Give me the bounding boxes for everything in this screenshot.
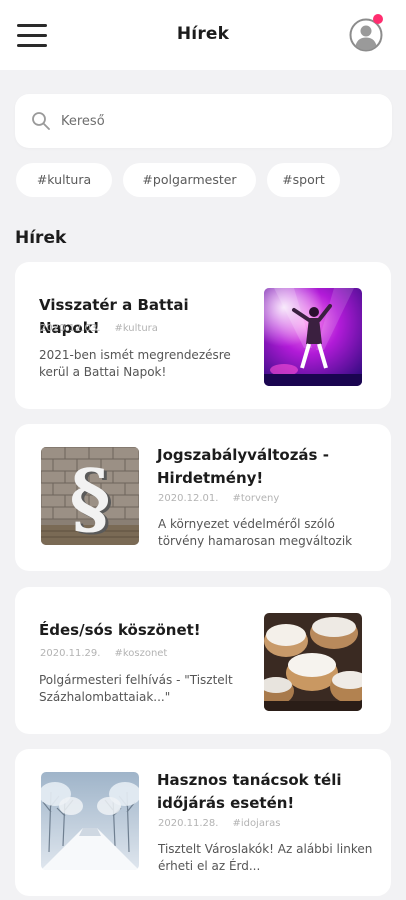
notification-dot — [373, 14, 383, 24]
news-title: Édes/sós köszönet! — [39, 621, 201, 639]
search-input[interactable] — [61, 108, 371, 134]
news-tag[interactable]: #torveny — [232, 493, 279, 504]
news-meta: 2020.11.29. #koszonet — [40, 648, 167, 659]
news-date: 2020.11.29. — [40, 648, 101, 659]
news-description: Tisztelt Városlakók! Az alábbi linken ér… — [158, 842, 373, 873]
section-title: Hírek — [15, 228, 67, 248]
top-bar: Hírek — [0, 0, 406, 70]
pastries-image — [264, 613, 362, 711]
news-tag[interactable]: #kultura — [114, 323, 157, 334]
news-title: Hasznos tanácsok téli időjárás esetén! — [157, 771, 342, 812]
news-title: Jogszabályváltozás - Hirdetmény! — [157, 446, 329, 487]
tag-chip-kultura[interactable]: #kultura — [16, 163, 112, 197]
news-card[interactable]: § § Jogszabályváltozás - Hirdetmény! 202… — [15, 424, 391, 571]
news-description: Polgármesteri felhívás - "Tisztelt Százh… — [39, 673, 233, 704]
news-meta: 2020.11.28. #idojaras — [158, 818, 280, 829]
search-bar[interactable] — [15, 94, 392, 148]
user-avatar-icon[interactable] — [349, 14, 383, 52]
page-title: Hírek — [176, 24, 230, 44]
news-date: 2020.12.03. — [40, 323, 101, 334]
search-icon — [31, 111, 51, 131]
concert-image — [264, 288, 362, 386]
news-card[interactable]: Visszatér a Battai Napok! 2020.12.03. #ku… — [15, 262, 391, 409]
news-date: 2020.11.28. — [158, 818, 219, 829]
news-description: 2021-ben ismét megrendezésre kerül a Bat… — [39, 348, 231, 379]
news-tag[interactable]: #koszonet — [114, 648, 167, 659]
paragraph-sign-image: § § — [41, 447, 139, 545]
news-card[interactable]: Hasznos tanácsok téli időjárás esetén! 2… — [15, 749, 391, 896]
winter-road-image — [41, 772, 139, 870]
news-card[interactable]: Édes/sós köszönet! 2020.11.29. #koszonet … — [15, 587, 391, 734]
tag-chip-polgarmester[interactable]: #polgarmester — [123, 163, 256, 197]
news-meta: 2020.12.03. #kultura — [40, 323, 158, 334]
svg-text:§: § — [70, 453, 111, 544]
tag-chip-sport[interactable]: #sport — [267, 163, 340, 197]
news-tag[interactable]: #idojaras — [232, 818, 280, 829]
news-date: 2020.12.01. — [158, 493, 219, 504]
news-meta: 2020.12.01. #torveny — [158, 493, 279, 504]
news-description: A környezet védelméről szóló törvény ham… — [158, 517, 353, 548]
